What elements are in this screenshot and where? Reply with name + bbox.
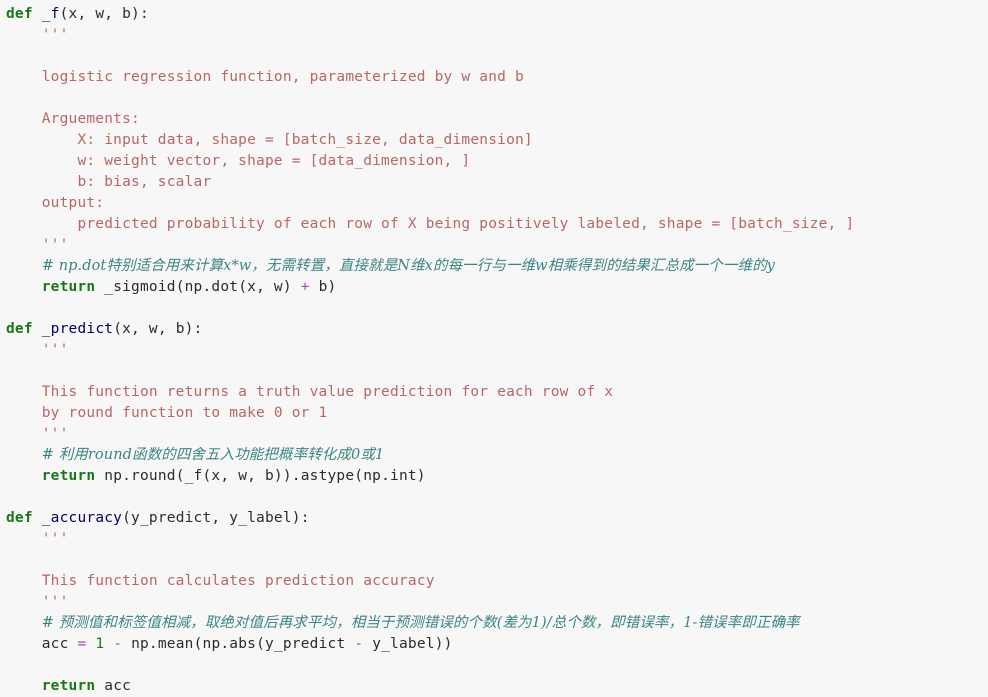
code-token-kw: def [6,6,33,22]
code-line[interactable]: b: bias, scalar [0,172,988,193]
code-token-str: logistic regression function, parameteri… [6,69,524,85]
code-token-plain: (x, w, b): [59,6,149,22]
code-lines-container: def _f(x, w, b): ''' logistic regression… [0,4,988,697]
code-line[interactable] [0,550,988,571]
code-line[interactable]: ''' [0,529,988,550]
code-line[interactable]: by round function to make 0 or 1 [0,403,988,424]
code-line[interactable] [0,361,988,382]
code-line[interactable]: # 预测值和标签值相减，取绝对值后再求平均，相当于预测错误的个数(差为1)/总个… [0,613,988,634]
code-token-str: ''' [6,426,69,442]
code-token-str [6,90,42,106]
code-line[interactable]: # 利用round函数的四舍五入功能把概率转化成0或1 [0,445,988,466]
code-line[interactable]: return acc [0,676,988,697]
code-token-kw: return [41,678,96,694]
code-token-cmt: # np.dot特别适合用来计算x*w，无需转置，直接就是N维x的每一行与一维w… [41,258,775,274]
code-token-plain: np.round(_f(x, w, b)).astype(np.int) [95,468,426,484]
code-line[interactable] [0,88,988,109]
code-line[interactable]: def _predict(x, w, b): [0,319,988,340]
code-line[interactable]: predicted probability of each row of X b… [0,214,988,235]
code-line[interactable]: acc = 1 - np.mean(np.abs(y_predict - y_l… [0,634,988,655]
code-token-str [6,363,42,379]
code-line[interactable] [0,655,988,676]
code-token-fn: _predict [41,321,114,337]
code-token-fn: _accuracy [41,510,123,526]
code-token-str: Arguements: [6,111,140,127]
code-token-cmt: # 预测值和标签值相减，取绝对值后再求平均，相当于预测错误的个数(差为1)/总个… [41,615,800,631]
code-token-plain: (y_predict, y_label): [122,510,310,526]
code-token-kw: return [41,279,96,295]
code-token-str: This function returns a truth value pred… [6,384,614,400]
code-line[interactable]: logistic regression function, parameteri… [0,67,988,88]
code-line[interactable]: # np.dot特别适合用来计算x*w，无需转置，直接就是N维x的每一行与一维w… [0,256,988,277]
code-token-kw: return [41,468,96,484]
code-line[interactable]: w: weight vector, shape = [data_dimensio… [0,151,988,172]
code-line[interactable]: ''' [0,592,988,613]
code-line[interactable]: def _accuracy(y_predict, y_label): [0,508,988,529]
code-line[interactable]: return _sigmoid(np.dot(x, w) + b) [0,277,988,298]
code-line[interactable]: ''' [0,235,988,256]
code-line[interactable]: Arguements: [0,109,988,130]
code-token-plain: acc [95,678,132,694]
code-token-op: - [113,636,123,652]
code-line[interactable]: return np.round(_f(x, w, b)).astype(np.i… [0,466,988,487]
code-token-str: This function calculates prediction accu… [6,573,435,589]
code-line[interactable]: def _f(x, w, b): [0,4,988,25]
code-token-str: w: weight vector, shape = [data_dimensio… [6,153,471,169]
code-line[interactable]: ''' [0,340,988,361]
code-token-plain: np.mean(np.abs(y_predict [122,636,355,652]
code-line[interactable]: ''' [0,424,988,445]
code-token-str: predicted probability of each row of X b… [6,216,855,232]
code-token-fn: _f [41,6,60,22]
code-token-str: ''' [6,594,69,610]
code-token-str: ''' [6,237,69,253]
code-token-str: ''' [41,27,69,43]
code-line[interactable]: X: input data, shape = [batch_size, data… [0,130,988,151]
code-token-kw: def [6,510,33,526]
code-editor[interactable]: def _f(x, w, b): ''' logistic regression… [0,0,988,694]
code-token-op: + [300,279,310,295]
code-token-str: X: input data, shape = [batch_size, data… [6,132,533,148]
code-token-str: ''' [41,531,69,547]
code-token-str: b: bias, scalar [6,174,212,190]
code-token-cmt: # 利用round函数的四舍五入功能把概率转化成0或1 [41,447,385,463]
code-token-kw: def [6,321,33,337]
code-token-plain: (x, w, b): [113,321,203,337]
code-token-str: by round function to make 0 or 1 [6,405,328,421]
code-line[interactable] [0,298,988,319]
code-line[interactable]: This function returns a truth value pred… [0,382,988,403]
code-token-plain: b) [309,279,337,295]
code-line[interactable] [0,46,988,67]
code-line[interactable]: output: [0,193,988,214]
code-line[interactable]: ''' [0,25,988,46]
code-token-str [6,552,42,568]
code-token-plain: _sigmoid(np.dot(x, w) [95,279,301,295]
code-token-str [6,48,42,64]
code-token-plain: acc [6,636,78,652]
code-line[interactable]: This function calculates prediction accu… [0,571,988,592]
code-token-plain: y_label)) [363,636,453,652]
code-token-str: ''' [41,342,69,358]
code-token-op: - [354,636,364,652]
code-line[interactable] [0,487,988,508]
code-token-num: 1 [95,636,105,652]
code-token-str: output: [6,195,105,211]
